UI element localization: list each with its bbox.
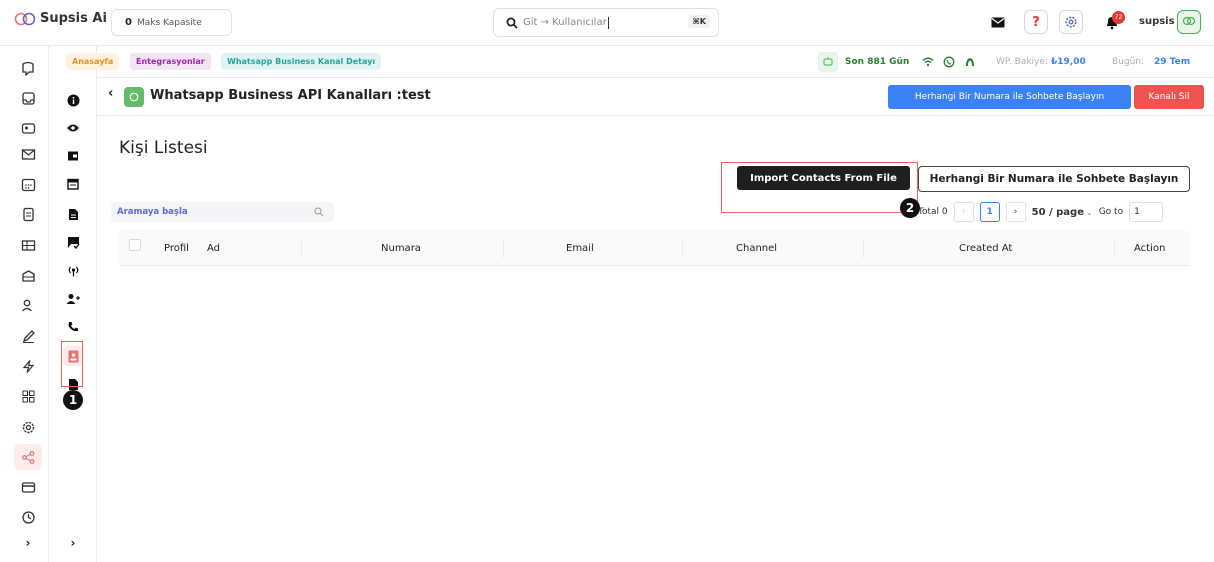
column-number: Numara <box>381 243 421 254</box>
top-bar: Supsis Ai 0 Maks Kapasite Git → Kullanıc… <box>0 0 1214 46</box>
expand-sidebar-icon[interactable]: › <box>18 533 38 553</box>
channel-logo <box>124 87 144 107</box>
app-logo[interactable]: Supsis Ai <box>14 11 107 26</box>
document-icon[interactable] <box>18 204 38 224</box>
prev-page-button[interactable]: ‹ <box>953 202 974 222</box>
secondary-sidebar: › <box>49 46 97 562</box>
column-channel: Channel <box>736 243 778 254</box>
wifi-icon <box>918 52 938 72</box>
notification-count: 72 <box>1112 11 1125 24</box>
calendar-icon[interactable] <box>18 174 38 194</box>
total-count: Total 0 <box>918 207 948 217</box>
whatsapp-icon <box>939 52 959 72</box>
goto-label: Go to <box>1098 207 1124 217</box>
column-profile: Profil <box>164 243 189 254</box>
contacts-table-header: Profil Ad Numara Email Channel Created A… <box>119 231 1190 266</box>
add-user-icon[interactable] <box>63 289 83 309</box>
clock-icon[interactable] <box>18 507 38 527</box>
capacity-label: Maks Kapasite <box>136 17 202 28</box>
contacts-search-input[interactable]: Aramaya başla <box>111 202 334 222</box>
primary-sidebar: › <box>0 46 49 562</box>
sync-icon <box>960 52 980 72</box>
select-all-checkbox[interactable] <box>129 239 141 251</box>
package-icon[interactable] <box>18 265 38 285</box>
users-icon[interactable] <box>18 295 38 315</box>
today-label: Bugün: <box>1112 57 1145 67</box>
chat-icon[interactable] <box>18 58 38 78</box>
grid-icon[interactable] <box>18 386 38 406</box>
search-icon <box>506 17 518 29</box>
step-marker-2: 2 <box>900 198 920 218</box>
contacts-title: Kişi Listesi <box>119 138 208 158</box>
expand-menu-icon[interactable]: › <box>63 533 83 553</box>
page-number-button[interactable]: 1 <box>979 202 1000 222</box>
highlight-box-1 <box>61 341 83 387</box>
logo-icon <box>14 12 36 25</box>
gear-icon[interactable] <box>18 417 38 437</box>
broadcast-icon[interactable] <box>63 260 83 280</box>
help-icon[interactable]: ? <box>1024 10 1048 34</box>
breadcrumb-integrations[interactable]: Entegrasyonlar <box>130 53 211 70</box>
shortcut-hint: ⌘K <box>688 15 710 28</box>
capacity-value: 0 <box>125 17 132 28</box>
eye-icon[interactable] <box>63 118 83 138</box>
search-placeholder: Aramaya başla <box>117 207 188 217</box>
message-check-icon[interactable] <box>63 232 83 252</box>
capacity-badge[interactable]: 0 Maks Kapasite <box>111 9 232 36</box>
search-icon <box>314 207 324 217</box>
next-page-button[interactable]: › <box>1005 202 1026 222</box>
edit-icon[interactable] <box>18 326 38 346</box>
table-icon[interactable] <box>18 235 38 255</box>
settings-icon[interactable] <box>1059 10 1083 34</box>
column-email: Email <box>566 243 594 254</box>
page-title: Whatsapp Business API Kanalları :test <box>150 88 431 103</box>
app-name: Supsis Ai <box>40 11 107 26</box>
lightning-icon[interactable] <box>18 356 38 376</box>
chevron-down-icon[interactable]: ⌄ <box>1086 208 1093 217</box>
calendar-icon[interactable] <box>63 174 83 194</box>
breadcrumb-home[interactable]: Anasayfa <box>66 53 120 70</box>
phone-icon[interactable] <box>63 317 83 337</box>
column-created-at: Created At <box>959 243 1013 254</box>
search-input[interactable]: Git → Kullanıcılar <box>523 17 607 28</box>
share-icon[interactable] <box>14 444 42 470</box>
credit-card-icon[interactable] <box>18 477 38 497</box>
active-days: Son 881 Gün <box>845 57 910 67</box>
start-chat-button[interactable]: Herhangi Bir Numara ile Sohbete Başlayın <box>888 85 1131 109</box>
pagination: Total 0 ‹ 1 › 50 / page ⌄ Go to 1 <box>918 201 1164 223</box>
info-icon[interactable] <box>63 90 83 110</box>
mail-icon[interactable] <box>18 144 38 164</box>
delete-channel-button[interactable]: Kanalı Sil <box>1134 85 1204 109</box>
user-name[interactable]: supsis <box>1139 16 1175 27</box>
inbox-icon[interactable] <box>18 88 38 108</box>
page-size-select[interactable]: 50 / page <box>1032 207 1084 218</box>
balance-value: ₺19,00 <box>1051 57 1086 67</box>
back-icon[interactable]: ‹ <box>108 86 113 101</box>
column-action: Action <box>1134 243 1166 254</box>
start-chat-any-number-button[interactable]: Herhangi Bir Numara ile Sohbete Başlayın <box>918 166 1190 192</box>
contact-card-icon[interactable] <box>18 118 38 138</box>
global-search[interactable]: Git → Kullanıcılar ⌘K <box>493 8 719 37</box>
today-value: 29 Tem <box>1154 57 1191 67</box>
highlight-box-2 <box>721 162 918 213</box>
column-name: Ad <box>207 243 221 254</box>
balance-label: WP. Bakiye: <box>996 57 1048 67</box>
avatar[interactable] <box>1177 10 1201 34</box>
breadcrumb-channel-detail[interactable]: Whatsapp Business Kanal Detayı <box>221 53 382 70</box>
robot-icon <box>818 52 838 72</box>
notification-bell-icon[interactable]: 72 <box>1100 10 1125 34</box>
step-marker-1: 1 <box>63 390 83 410</box>
file-icon[interactable] <box>63 204 83 224</box>
mail-icon[interactable] <box>986 10 1010 34</box>
goto-page-input[interactable]: 1 <box>1129 202 1164 222</box>
wallet-icon[interactable] <box>63 146 83 166</box>
